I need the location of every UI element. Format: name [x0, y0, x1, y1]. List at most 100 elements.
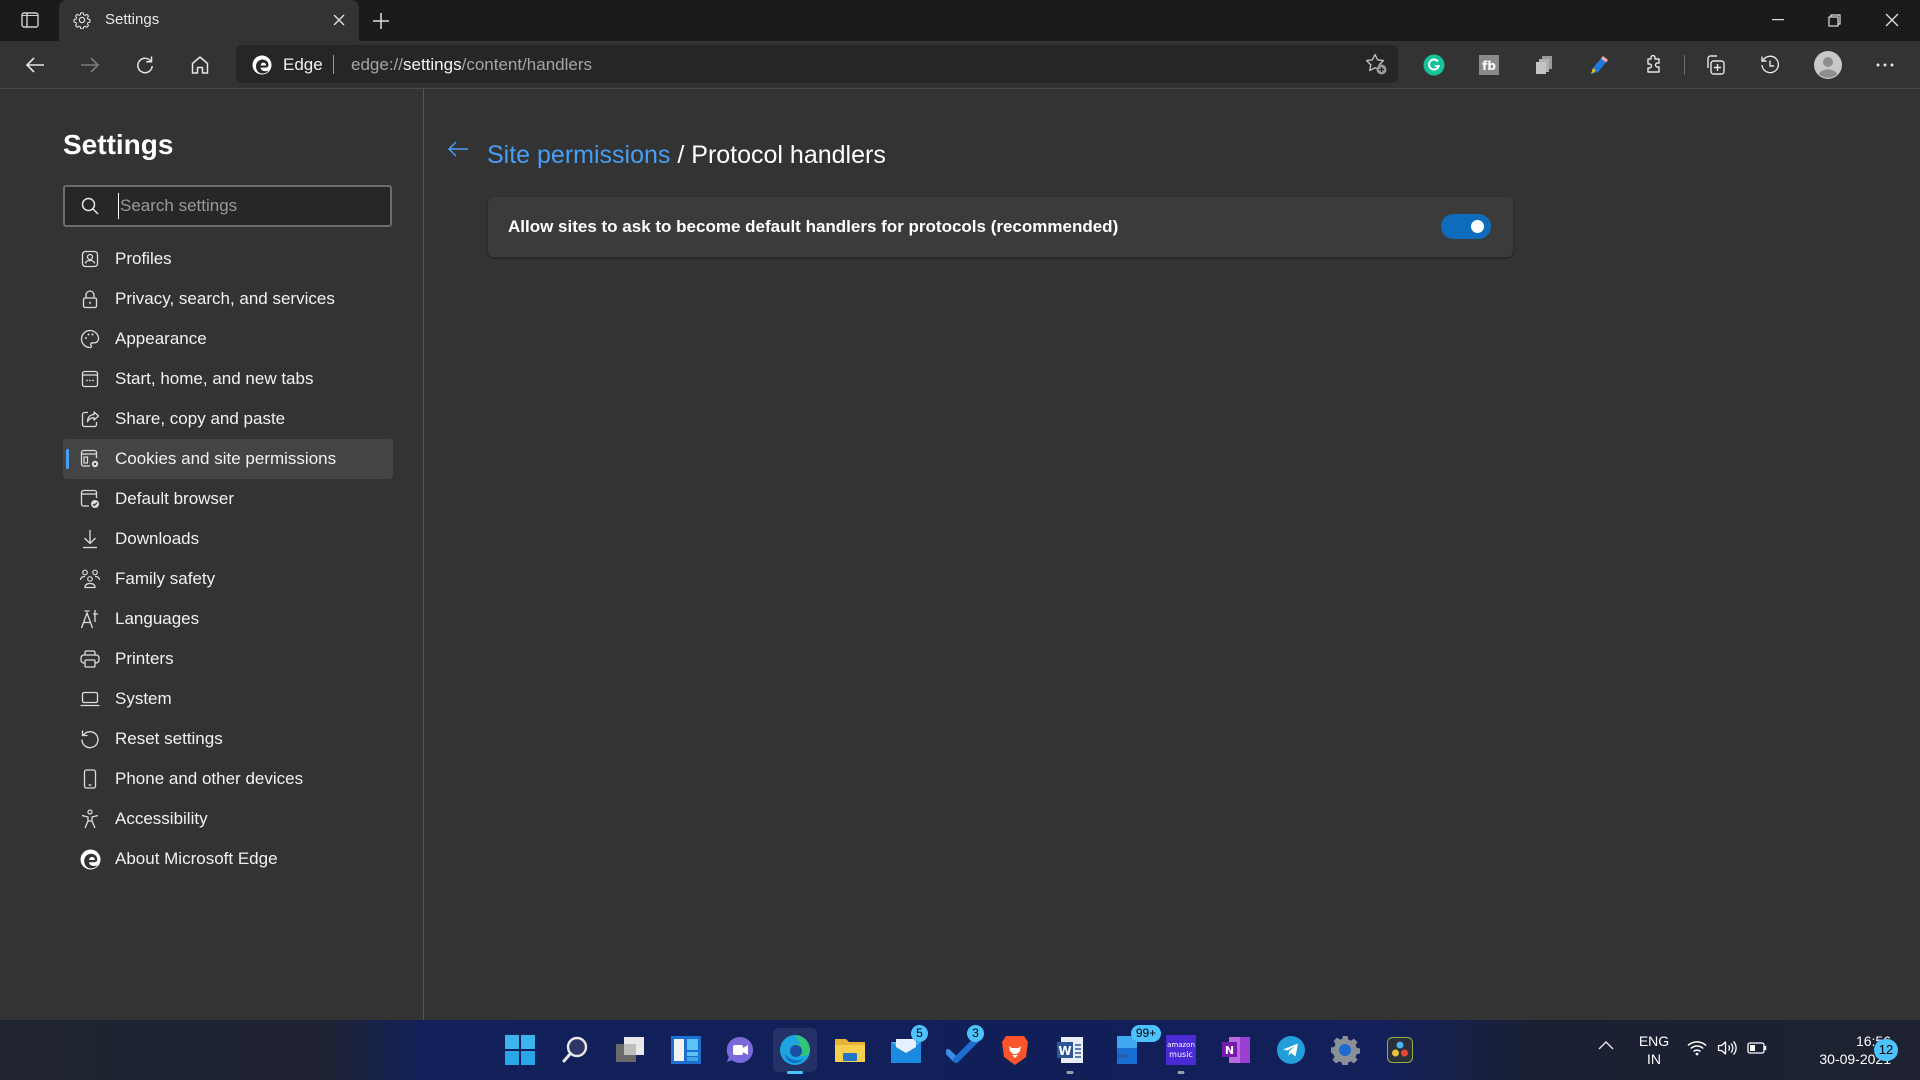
title-bar: Settings	[0, 0, 1920, 41]
sidebar-item-start-home[interactable]: Start, home, and new tabs	[63, 359, 393, 399]
search-settings-box[interactable]	[63, 185, 392, 227]
taskbar-chat-button[interactable]	[718, 1028, 762, 1072]
tab-actions-button[interactable]	[14, 8, 46, 32]
palette-icon	[79, 328, 101, 350]
edge-logo-icon	[79, 848, 101, 870]
sidebar-item-profiles[interactable]: Profiles	[63, 239, 393, 279]
taskbar-amazon-music-button[interactable]: amazon music	[1159, 1028, 1203, 1074]
collections-button[interactable]	[1699, 49, 1731, 81]
show-hidden-icons-button[interactable]	[1598, 1040, 1614, 1050]
tab-actions-icon	[21, 12, 39, 28]
tab-close-button[interactable]	[329, 10, 349, 30]
input-language-indicator[interactable]: ENG IN	[1634, 1032, 1674, 1068]
sidebar-item-share-copy-paste[interactable]: Share, copy and paste	[63, 399, 393, 439]
browser-tab-settings[interactable]: Settings	[59, 0, 359, 41]
allow-protocol-handlers-toggle[interactable]	[1441, 214, 1491, 239]
address-separator	[333, 55, 334, 74]
extensions-button[interactable]	[1638, 49, 1670, 81]
history-button[interactable]	[1754, 49, 1786, 81]
sidebar-item-label: Phone and other devices	[115, 769, 304, 788]
refresh-button[interactable]	[129, 49, 161, 81]
sidebar-item-downloads[interactable]: Downloads	[63, 519, 393, 559]
settings-gear-icon	[1331, 1036, 1360, 1065]
wifi-icon[interactable]	[1687, 1040, 1707, 1056]
taskbar-telegram-button[interactable]	[1269, 1028, 1313, 1072]
taskbar-settings-button[interactable]	[1323, 1028, 1367, 1072]
back-to-site-permissions-button[interactable]	[447, 140, 471, 164]
sidebar-item-phone-devices[interactable]: Phone and other devices	[63, 759, 393, 799]
site-identity-label: Edge	[283, 55, 323, 74]
taskbar-task-view-button[interactable]	[608, 1028, 652, 1072]
back-button[interactable]	[19, 49, 51, 81]
sidebar-item-system[interactable]: System	[63, 679, 393, 719]
sidebar-item-accessibility[interactable]: Accessibility	[63, 799, 393, 839]
widgets-icon	[671, 1036, 701, 1064]
mail-badge: 5	[911, 1025, 928, 1042]
fb-extension-icon: fb	[1479, 55, 1499, 75]
url-text[interactable]: edge://settings/content/handlers	[351, 55, 592, 75]
breadcrumb-separator: /	[677, 141, 685, 169]
taskbar-file-explorer-button[interactable]	[828, 1028, 872, 1072]
restore-button[interactable]	[1806, 0, 1862, 40]
forward-icon	[81, 57, 100, 73]
sidebar-item-family-safety[interactable]: Family safety	[63, 559, 393, 599]
breadcrumb-site-permissions-link[interactable]: Site permissions	[487, 141, 670, 169]
search-icon	[562, 1036, 588, 1063]
sidebar-item-label: Languages	[115, 609, 200, 628]
add-favorite-button[interactable]	[1364, 52, 1388, 76]
grammarly-extension-button[interactable]	[1418, 49, 1450, 81]
volume-icon[interactable]	[1717, 1040, 1737, 1056]
printer-icon	[79, 648, 101, 670]
sidebar-item-languages[interactable]: Languages	[63, 599, 393, 639]
gear-icon	[73, 11, 91, 29]
sidebar-item-appearance[interactable]: Appearance	[63, 319, 393, 359]
history-icon	[1761, 55, 1780, 74]
phone-icon	[79, 768, 101, 790]
taskbar-start-button[interactable]	[498, 1028, 542, 1072]
new-tab-button[interactable]	[368, 8, 394, 34]
fb-extension-button[interactable]: fb	[1473, 49, 1505, 81]
battery-icon[interactable]	[1747, 1042, 1767, 1054]
home-button[interactable]	[184, 49, 216, 81]
more-menu-icon	[1876, 63, 1894, 67]
sidebar-item-label: Reset settings	[115, 729, 223, 748]
taskbar-brave-button[interactable]	[993, 1028, 1037, 1072]
search-settings-input[interactable]	[118, 193, 378, 219]
sidebar-item-privacy[interactable]: Privacy, search, and services	[63, 279, 393, 319]
address-bar[interactable]: Edge edge://settings/content/handlers	[236, 45, 1398, 83]
close-window-button[interactable]	[1864, 0, 1920, 40]
share-icon	[79, 408, 101, 430]
sidebar-item-label: Downloads	[115, 529, 200, 548]
notification-center-badge[interactable]: 12	[1874, 1039, 1898, 1061]
sidebar-item-about-edge[interactable]: About Microsoft Edge	[63, 839, 393, 879]
copy-extension-button[interactable]	[1528, 49, 1560, 81]
copy-extension-icon	[1536, 56, 1552, 74]
sidebar-item-printers[interactable]: Printers	[63, 639, 393, 679]
taskbar-onenote-button[interactable]: N	[1214, 1028, 1258, 1072]
sidebar-item-cookies-site-permissions[interactable]: Cookies and site permissions	[63, 439, 393, 479]
profile-card-icon	[79, 248, 101, 270]
taskbar-widgets-button[interactable]	[664, 1028, 708, 1072]
more-menu-button[interactable]	[1869, 49, 1901, 81]
taskbar-edge-button[interactable]	[773, 1028, 817, 1074]
sidebar-item-reset-settings[interactable]: Reset settings	[63, 719, 393, 759]
taskbar-davinci-resolve-button[interactable]	[1378, 1028, 1422, 1072]
taskbar-mail-button[interactable]: 5	[884, 1025, 928, 1072]
pencil-extension-button[interactable]	[1583, 49, 1615, 81]
forward-button[interactable]	[74, 49, 106, 81]
amazon-music-label-2: music	[1169, 1050, 1193, 1059]
sidebar-item-default-browser[interactable]: Default browser	[63, 479, 393, 519]
taskbar-todo-button[interactable]: 3	[940, 1025, 984, 1072]
sidebar-item-label: Start, home, and new tabs	[115, 369, 314, 388]
profile-button[interactable]	[1812, 49, 1844, 81]
collections-icon	[1707, 55, 1725, 75]
taskbar-planner-button[interactable]: 99+	[1105, 1025, 1161, 1072]
back-icon	[25, 57, 44, 73]
tab-title: Settings	[105, 11, 160, 28]
amazon-music-icon: amazonmusic	[1166, 1035, 1196, 1065]
planner-badge: 99+	[1131, 1025, 1161, 1042]
minimize-button[interactable]	[1750, 0, 1806, 40]
taskbar-word-button[interactable]: W	[1048, 1028, 1092, 1074]
svg-text:fb: fb	[1482, 59, 1496, 73]
taskbar-search-button[interactable]	[553, 1028, 597, 1072]
